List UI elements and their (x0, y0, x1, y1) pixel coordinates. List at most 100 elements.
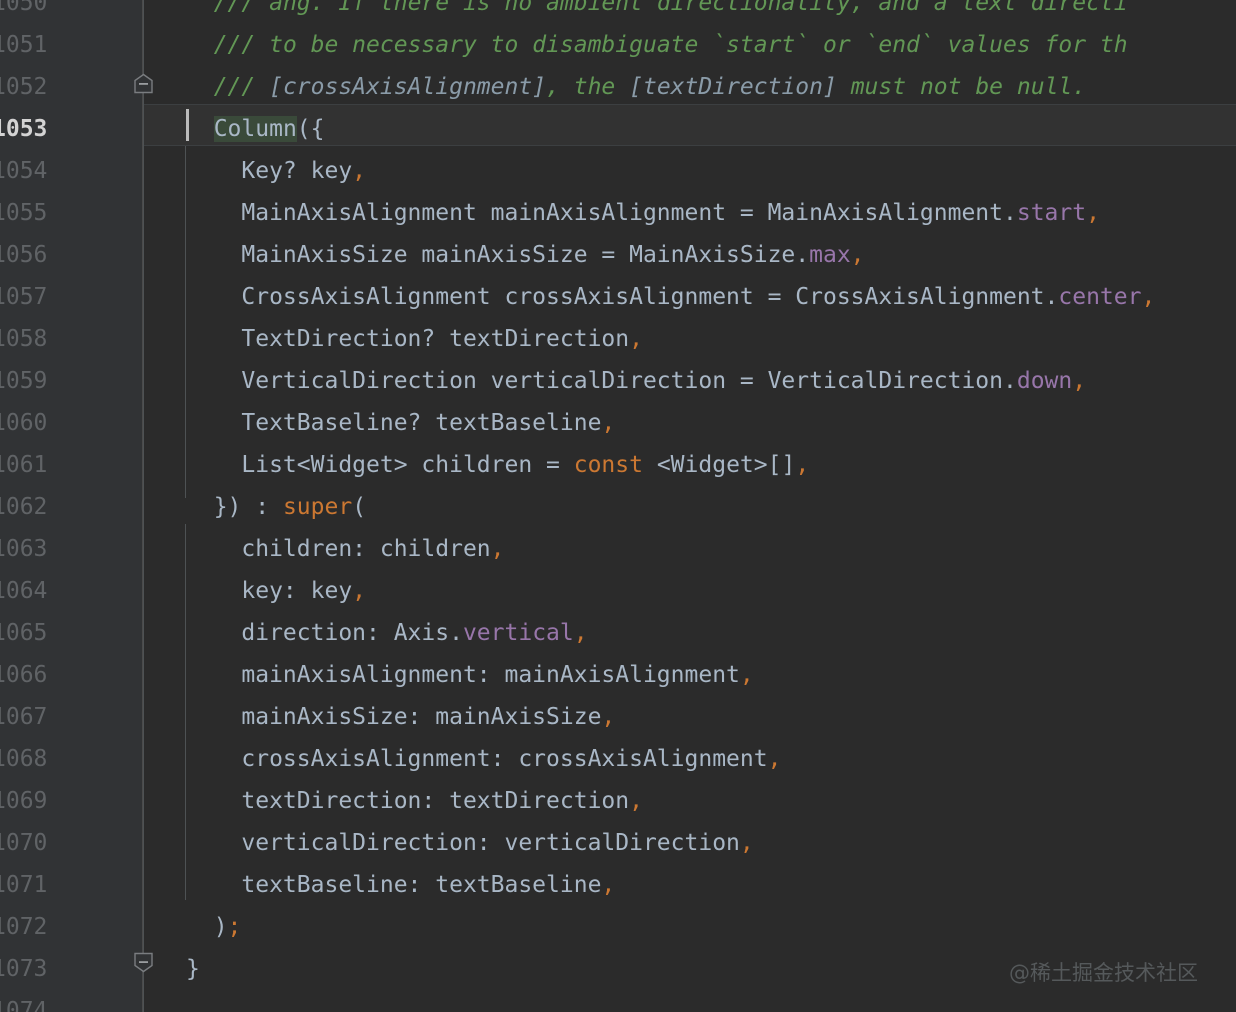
line-number: 1068 (0, 746, 48, 772)
line-number: 1071 (0, 872, 48, 898)
code-token: max (809, 242, 851, 268)
code-line[interactable]: TextBaseline? textBaseline, (144, 402, 1236, 444)
code-token: , (601, 410, 616, 436)
code-line[interactable]: TextDirection? textDirection, (144, 318, 1236, 360)
code-token: verticalDirection: verticalDirection (186, 830, 740, 856)
code-token: , (1072, 368, 1087, 394)
line-number: 1057 (0, 284, 48, 310)
code-token: /// ang. If there is no ambient directio… (213, 0, 1128, 16)
code-token: /// (213, 74, 270, 100)
line-number: 1059 (0, 368, 48, 394)
code-token: textBaseline: textBaseline (186, 872, 602, 898)
code-line[interactable]: }) : super( (144, 486, 1236, 528)
line-number: 1050 (0, 0, 48, 16)
code-line-text: TextDirection? textDirection, (144, 318, 1236, 360)
code-token: crossAxisAlignment: crossAxisAlignment (186, 746, 768, 772)
code-token: ) (186, 914, 228, 940)
code-token: , (1086, 200, 1100, 226)
line-number: 1052 (0, 74, 48, 100)
code-line-text: VerticalDirection verticalDirection = Ve… (144, 360, 1236, 402)
code-line-text: MainAxisAlignment mainAxisAlignment = Ma… (144, 192, 1236, 234)
code-line[interactable]: verticalDirection: verticalDirection, (144, 822, 1236, 864)
code-token: } (186, 956, 200, 982)
code-token: , (352, 158, 367, 184)
code-line-text: verticalDirection: verticalDirection, (144, 822, 1236, 864)
code-line-text: }) : super( (144, 486, 1236, 528)
code-line[interactable]: textDirection: textDirection, (144, 780, 1236, 822)
line-number: 1069 (0, 788, 48, 814)
code-line-text: mainAxisAlignment: mainAxisAlignment, (144, 654, 1236, 696)
code-text-area[interactable]: /// ang. If there is no ambient directio… (144, 0, 1236, 1012)
code-line[interactable]: MainAxisAlignment mainAxisAlignment = Ma… (144, 192, 1236, 234)
code-line-text: Column({ (144, 108, 1236, 150)
code-line[interactable]: VerticalDirection verticalDirection = Ve… (144, 360, 1236, 402)
code-line-text: MainAxisSize mainAxisSize = MainAxisSize… (144, 234, 1236, 276)
code-token: must not be null. (836, 74, 1087, 100)
code-token: , (739, 662, 754, 688)
code-token: ( (352, 494, 367, 520)
code-token: , (629, 788, 643, 814)
fold-collapse-start-icon[interactable] (133, 66, 154, 94)
code-line[interactable]: children: children, (144, 528, 1236, 570)
code-line[interactable]: /// [crossAxisAlignment], the [textDirec… (144, 66, 1236, 108)
code-line-text: textBaseline: textBaseline, (144, 864, 1236, 906)
code-token: super (282, 494, 353, 520)
code-line[interactable]: MainAxisSize mainAxisSize = MainAxisSize… (144, 234, 1236, 276)
code-token: [crossAxisAlignment] (269, 74, 547, 100)
line-number: 1073 (0, 956, 48, 982)
code-line[interactable]: /// ang. If there is no ambient directio… (144, 0, 1236, 24)
code-line[interactable]: mainAxisSize: mainAxisSize, (144, 696, 1236, 738)
code-line-text: direction: Axis.vertical, (144, 612, 1236, 654)
code-line[interactable]: key: key, (144, 570, 1236, 612)
code-line[interactable]: direction: Axis.vertical, (144, 612, 1236, 654)
line-number: 1065 (0, 620, 48, 646)
line-number: 1061 (0, 452, 48, 478)
highlighted-identifier: Column (213, 116, 297, 142)
code-editor[interactable]: /// ang. If there is no ambient directio… (0, 0, 1236, 1012)
code-line[interactable]: List<Widget> children = const <Widget>[]… (144, 444, 1236, 486)
code-line[interactable]: mainAxisAlignment: mainAxisAlignment, (144, 654, 1236, 696)
code-token: , (490, 536, 505, 562)
code-token: [textDirection] (629, 74, 837, 100)
code-line-text: mainAxisSize: mainAxisSize, (144, 696, 1236, 738)
code-folding-rail (143, 0, 144, 1012)
line-number: 1062 (0, 494, 48, 520)
code-token: TextDirection? textDirection (186, 326, 630, 352)
line-number: 1074 (0, 998, 48, 1012)
code-token: , the (546, 74, 630, 100)
line-number: 1067 (0, 704, 48, 730)
code-line-text: key: key, (144, 570, 1236, 612)
line-number: 1072 (0, 914, 48, 940)
code-token: start (1016, 200, 1087, 226)
code-token: , (767, 746, 782, 772)
code-line[interactable]: CrossAxisAlignment crossAxisAlignment = … (144, 276, 1236, 318)
line-number: 1058 (0, 326, 48, 352)
line-number: 1060 (0, 410, 48, 436)
code-token: textDirection: textDirection (186, 788, 630, 814)
line-number: 1055 (0, 200, 48, 226)
code-line-text: List<Widget> children = const <Widget>[]… (144, 444, 1236, 486)
code-token: , (352, 578, 367, 604)
code-line[interactable]: Key? key, (144, 150, 1236, 192)
code-line-text: ); (144, 906, 1236, 948)
code-token: TextBaseline? textBaseline (186, 410, 602, 436)
code-line[interactable]: Column({ (144, 108, 1236, 150)
code-line-text: children: children, (144, 528, 1236, 570)
code-line-text: TextBaseline? textBaseline, (144, 402, 1236, 444)
code-line-text: crossAxisAlignment: crossAxisAlignment, (144, 738, 1236, 780)
code-token: <Widget>[] (642, 452, 796, 478)
code-line[interactable]: textBaseline: textBaseline, (144, 864, 1236, 906)
code-line[interactable]: ); (144, 906, 1236, 948)
code-token: VerticalDirection verticalDirection = Ve… (186, 368, 1017, 394)
code-token: , (850, 242, 865, 268)
code-token: CrossAxisAlignment crossAxisAlignment = … (186, 284, 1059, 310)
code-line[interactable]: /// to be necessary to disambiguate `sta… (144, 24, 1236, 66)
code-token: , (739, 830, 754, 856)
text-caret (186, 109, 189, 141)
code-line-text: Key? key, (144, 150, 1236, 192)
code-token: key: key (186, 578, 353, 604)
code-line[interactable]: crossAxisAlignment: crossAxisAlignment, (144, 738, 1236, 780)
fold-collapse-end-icon[interactable] (133, 945, 154, 973)
